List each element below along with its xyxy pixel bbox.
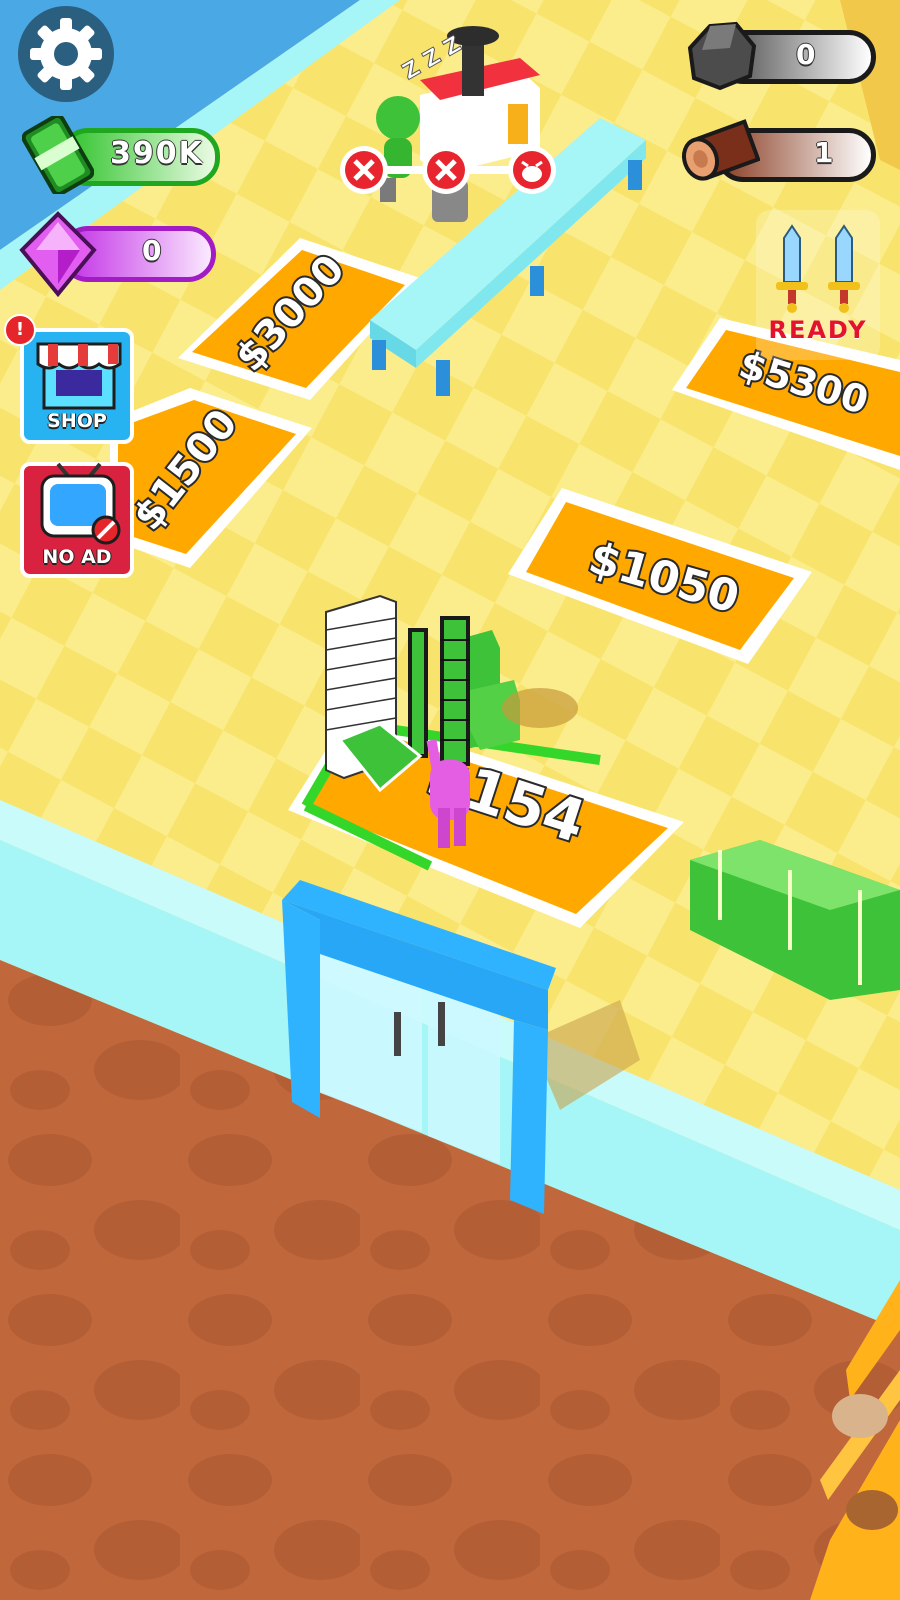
gear-icon xyxy=(30,18,102,90)
log-icon xyxy=(680,114,761,194)
no-ad-button[interactable]: NO AD xyxy=(20,462,134,578)
settings-button[interactable] xyxy=(18,6,114,102)
blocked-icon xyxy=(422,146,470,194)
angry-icon xyxy=(508,146,556,194)
shop-icon xyxy=(36,342,122,410)
shop-button[interactable]: SHOP xyxy=(20,328,134,444)
cash-amount: 390K xyxy=(110,136,204,171)
wood-amount: 1 xyxy=(814,136,834,169)
stone-icon xyxy=(680,18,760,94)
gem-icon xyxy=(18,210,98,298)
tv-icon xyxy=(40,462,121,545)
shop-label: SHOP xyxy=(47,410,107,432)
blocked-icon xyxy=(340,146,388,194)
stone-amount: 0 xyxy=(796,38,816,71)
status-icons xyxy=(340,146,556,194)
cash-icon xyxy=(21,113,95,197)
sword-icon xyxy=(828,224,860,313)
no-ad-label: NO AD xyxy=(42,546,112,568)
notification-badge: ! xyxy=(4,314,36,346)
shadow xyxy=(502,688,578,728)
weapon-status: READY xyxy=(768,316,868,344)
sword-icon xyxy=(776,224,808,313)
weapon-ready-panel[interactable]: READY xyxy=(756,210,880,360)
gem-amount: 0 xyxy=(142,234,162,267)
